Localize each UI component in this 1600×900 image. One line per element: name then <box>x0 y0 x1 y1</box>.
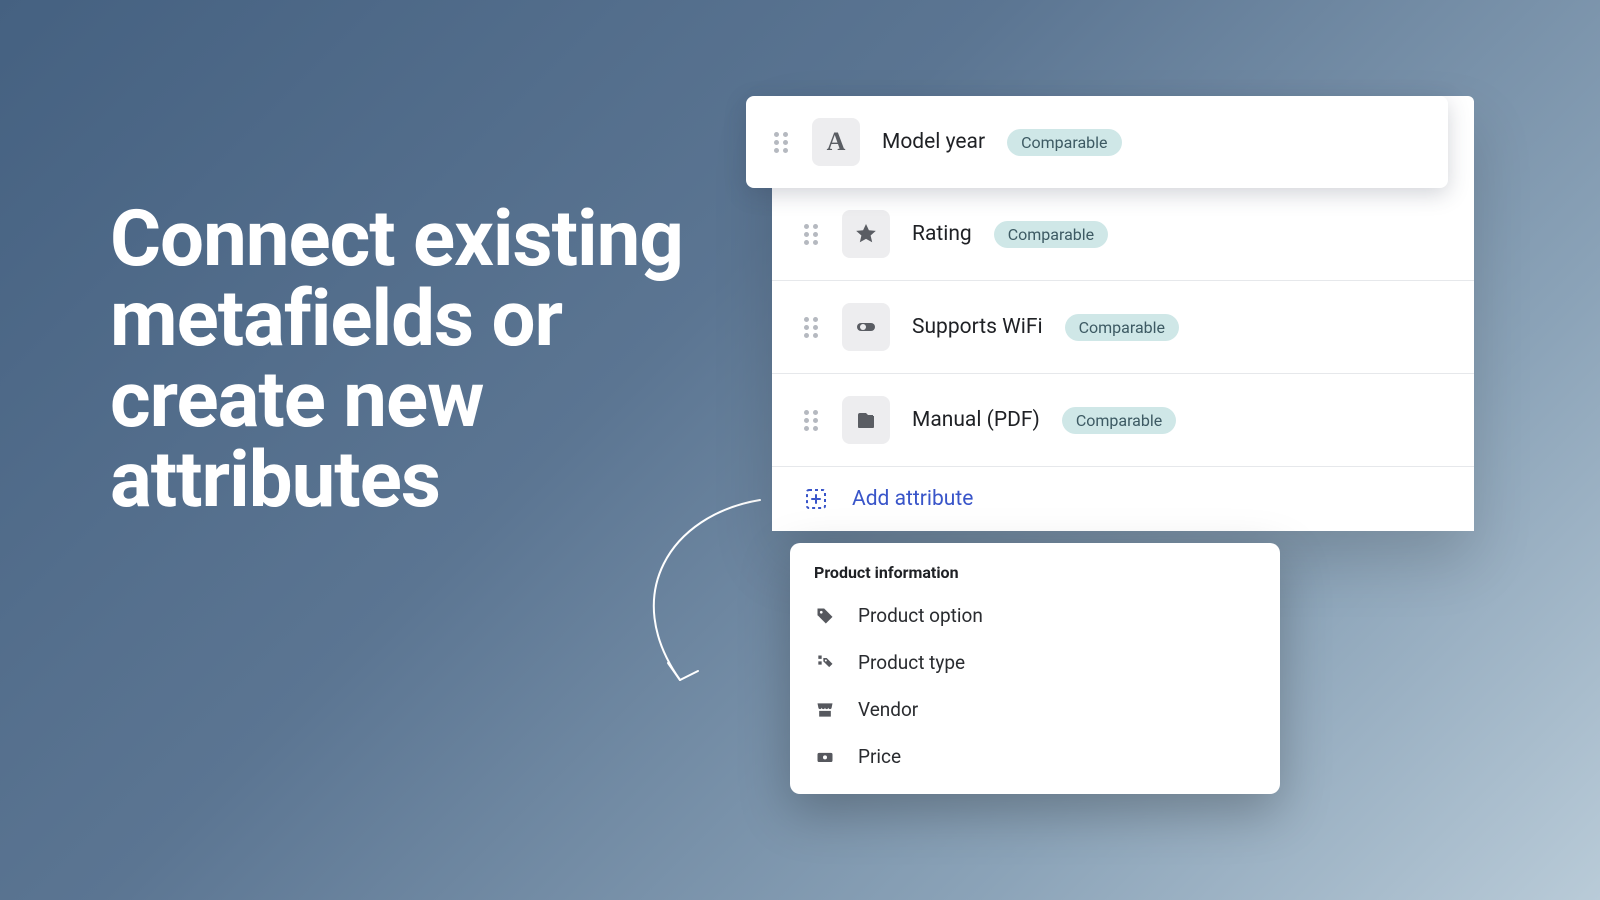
attribute-row[interactable]: Supports WiFi Comparable <box>772 280 1474 373</box>
drag-handle-icon[interactable] <box>804 315 820 339</box>
toggle-type-icon <box>842 303 890 351</box>
comparable-badge: Comparable <box>1007 129 1121 156</box>
marketing-headline: Connect existing metafields or create ne… <box>110 200 750 521</box>
popover-item-product-type[interactable]: Product type <box>790 639 1280 686</box>
attribute-label: Rating <box>912 222 972 246</box>
text-type-icon: A <box>812 118 860 166</box>
popover-section-title: Product information <box>790 559 1280 592</box>
category-tag-icon <box>814 652 836 674</box>
attribute-row[interactable]: Manual (PDF) Comparable <box>772 373 1474 466</box>
tag-icon <box>814 605 836 627</box>
add-attribute-label: Add attribute <box>852 487 973 511</box>
add-dashed-icon <box>804 487 828 511</box>
attribute-label: Manual (PDF) <box>912 408 1040 432</box>
file-type-icon <box>842 396 890 444</box>
store-icon <box>814 699 836 721</box>
comparable-badge: Comparable <box>1062 407 1176 434</box>
attribute-row[interactable]: A Model year Comparable <box>746 96 1448 188</box>
popover-item-label: Product type <box>858 651 965 674</box>
drag-handle-icon[interactable] <box>804 222 820 246</box>
attribute-row[interactable]: Rating Comparable <box>772 188 1474 280</box>
attribute-label: Supports WiFi <box>912 315 1043 339</box>
popover-item-product-option[interactable]: Product option <box>790 592 1280 639</box>
comparable-badge: Comparable <box>1065 314 1179 341</box>
popover-item-label: Vendor <box>858 698 918 721</box>
popover-item-price[interactable]: Price <box>790 733 1280 780</box>
drag-handle-icon[interactable] <box>774 130 790 154</box>
comparable-badge: Comparable <box>994 221 1108 248</box>
attribute-list-panel: A Model year Comparable Rating Comparabl… <box>772 96 1474 531</box>
attribute-source-popover: Product information Product option Produ… <box>790 543 1280 794</box>
decorative-arrow <box>630 495 770 695</box>
star-type-icon <box>842 210 890 258</box>
drag-handle-icon[interactable] <box>804 408 820 432</box>
add-attribute-button[interactable]: Add attribute <box>772 466 1474 531</box>
popover-item-vendor[interactable]: Vendor <box>790 686 1280 733</box>
price-icon <box>814 746 836 768</box>
attribute-label: Model year <box>882 130 985 154</box>
popover-item-label: Price <box>858 745 901 768</box>
popover-item-label: Product option <box>858 604 983 627</box>
